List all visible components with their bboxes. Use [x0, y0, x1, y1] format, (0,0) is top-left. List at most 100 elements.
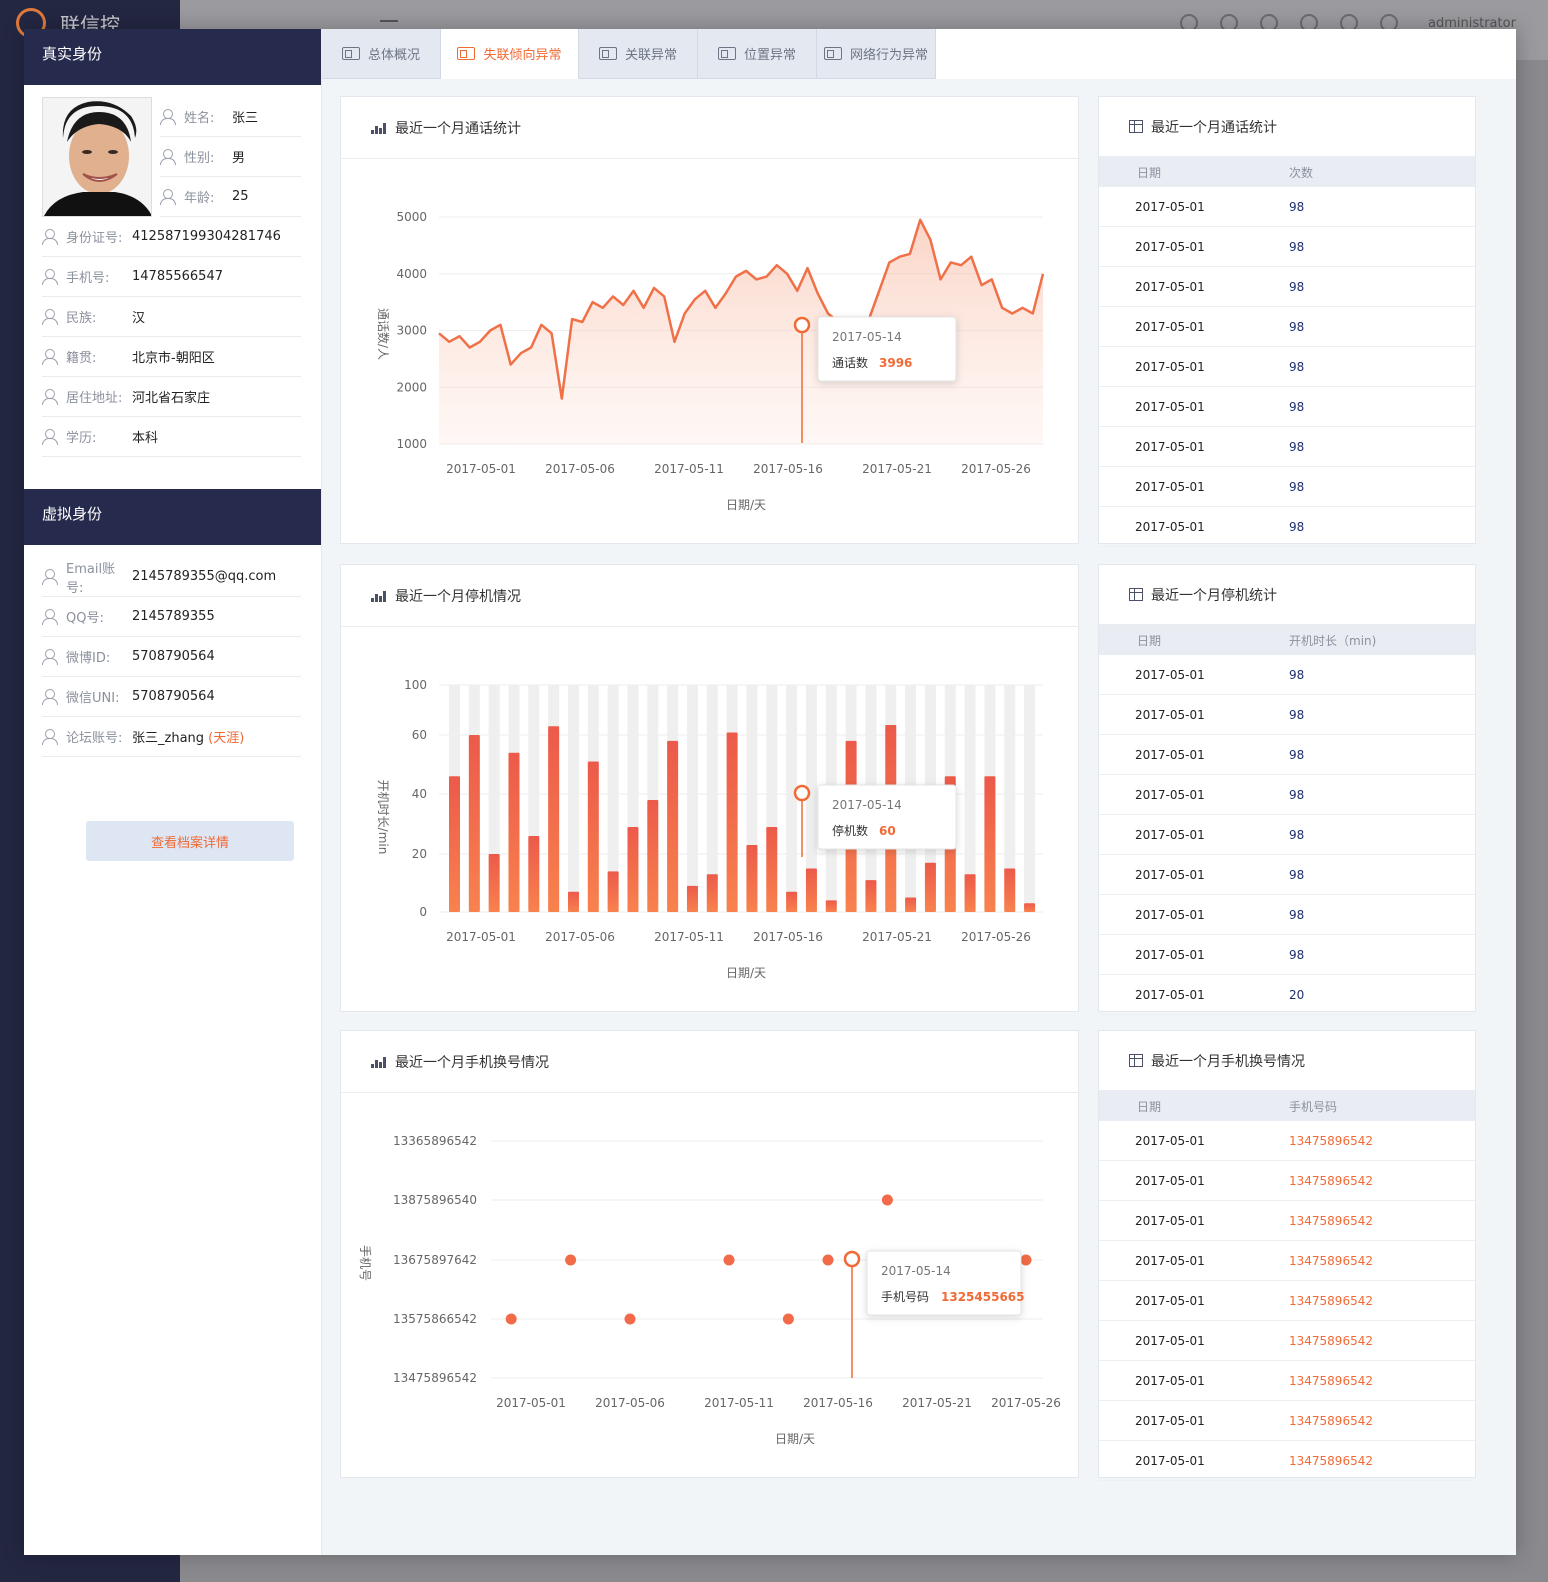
id-card-icon	[823, 47, 842, 60]
date-cell: 2017-05-01	[1135, 867, 1205, 882]
y-tick-label: 4000	[396, 267, 427, 281]
identity-panel: 真实身份 姓名: 张三 性别: 男 年龄: 25 身份证号: 412587199…	[24, 29, 322, 1555]
field-label: 学历:	[66, 431, 97, 446]
bar	[726, 732, 738, 912]
tab-4[interactable]: 网络行为异常	[817, 29, 936, 79]
field-value: 412587199304281746	[132, 229, 281, 244]
value-cell: 98	[1289, 399, 1305, 414]
table-row: 2017-05-01 98	[1099, 775, 1475, 815]
date-cell: 2017-05-01	[1135, 747, 1205, 762]
table-icon	[1129, 588, 1143, 601]
field-value: 14785566547	[132, 269, 223, 284]
y-tick-label: 13575866542	[393, 1312, 477, 1326]
y-tick-label: 13475896542	[393, 1371, 477, 1385]
tooltip-marker	[843, 1250, 861, 1268]
value-cell: 98	[1289, 479, 1305, 494]
value-cell: 20	[1289, 987, 1305, 1002]
x-tick-label: 2017-05-01	[446, 930, 516, 944]
table-row: 2017-05-01 13475896542	[1099, 1401, 1475, 1441]
tooltip-box	[817, 784, 957, 850]
calls-table-panel: 最近一个月通话统计 日期 次数 2017-05-01 98 2017-05-01 98 2…	[1098, 96, 1476, 547]
tab-label: 总体概况	[367, 48, 420, 63]
table-icon	[1129, 120, 1143, 133]
tooltip-label: 停机数	[832, 823, 868, 838]
y-tick-label: 5000	[396, 210, 427, 224]
table-row: 2017-05-01 13475896542	[1099, 1281, 1475, 1321]
x-tick-label: 2017-05-21	[902, 1396, 972, 1410]
bar-background	[686, 685, 698, 912]
x-tick-label: 2017-05-21	[862, 462, 932, 476]
phone-table-header: 日期 手机号码	[1099, 1091, 1475, 1121]
age-value: 25	[232, 189, 249, 204]
scatter-point	[723, 1254, 735, 1266]
table-row: 2017-05-01 98	[1099, 307, 1475, 347]
bar-background	[1024, 685, 1036, 912]
value-cell: 13475896542	[1289, 1453, 1373, 1468]
table-row: 2017-05-01 98	[1099, 895, 1475, 935]
date-cell: 2017-05-01	[1135, 827, 1205, 842]
date-cell: 2017-05-01	[1135, 239, 1205, 254]
bar	[984, 776, 996, 912]
y-tick-label: 100	[404, 678, 427, 692]
bar	[746, 845, 758, 912]
field-label: 居住地址:	[66, 391, 123, 406]
user-icon	[42, 649, 58, 665]
bar	[567, 891, 579, 912]
x-tick-label: 2017-05-11	[654, 930, 724, 944]
bar	[825, 900, 837, 912]
gender-value: 男	[232, 151, 246, 166]
age-row: 年龄: 25	[160, 177, 301, 217]
user-icon	[42, 309, 58, 325]
calls-table-header: 日期 次数	[1099, 157, 1475, 187]
date-cell: 2017-05-01	[1135, 1373, 1205, 1388]
tab-2[interactable]: 关联异常	[579, 29, 698, 79]
tab-3[interactable]: 位置异常	[698, 29, 817, 79]
bar	[1004, 868, 1016, 912]
value-cell: 98	[1289, 747, 1305, 762]
table-row: 2017-05-01 98	[1099, 187, 1475, 227]
shutdown-chart-panel: 最近一个月停机情况 100 60 40 20 0 2017-05-01 2017-05-06…	[340, 564, 1079, 1012]
table-row: 2017-05-01 98	[1099, 815, 1475, 855]
tooltip-label: 手机号码	[881, 1290, 929, 1304]
user-icon	[42, 609, 58, 625]
gender-row: 性别: 男	[160, 137, 301, 177]
real-identity-section: 姓名: 张三 性别: 男 年龄: 25 身份证号: 41258719930428…	[24, 85, 321, 457]
bar	[706, 874, 718, 912]
table-row: 2017-05-01 13475896542	[1099, 1361, 1475, 1401]
bar	[924, 862, 936, 912]
y-tick-label: 13675897642	[393, 1253, 477, 1267]
user-icon	[160, 189, 176, 205]
scatter-point	[822, 1254, 834, 1266]
forum-site: (天涯)	[208, 731, 245, 746]
value-cell: 13475896542	[1289, 1133, 1373, 1148]
bar	[607, 871, 619, 912]
scatter-point	[624, 1313, 636, 1325]
table-row: 2017-05-01 98	[1099, 347, 1475, 387]
x-tick-label: 2017-05-16	[753, 930, 823, 944]
chart-icon	[371, 590, 387, 602]
date-cell: 2017-05-01	[1135, 987, 1205, 1002]
value-cell: 98	[1289, 519, 1305, 534]
date-cell: 2017-05-01	[1135, 1213, 1205, 1228]
view-archive-button[interactable]: 查看档案详情	[86, 821, 294, 861]
value-cell: 98	[1289, 359, 1305, 374]
value-cell: 98	[1289, 947, 1305, 962]
tab-bar: 总体概况 失联倾向异常 关联异常 位置异常 网络行为异常	[322, 29, 1516, 79]
bar	[805, 868, 817, 912]
table-row: 2017-05-01 98	[1099, 655, 1475, 695]
tooltip-date: 2017-05-14	[832, 330, 902, 344]
y-tick-label: 1000	[396, 437, 427, 451]
user-icon	[42, 429, 58, 445]
value-cell: 13475896542	[1289, 1173, 1373, 1188]
date-cell: 2017-05-01	[1135, 439, 1205, 454]
bar	[627, 827, 639, 912]
x-tick-label: 2017-05-16	[753, 462, 823, 476]
table-row: 2017-05-01 98	[1099, 855, 1475, 895]
tab-0[interactable]: 总体概况	[322, 29, 441, 79]
value-cell: 98	[1289, 199, 1305, 214]
calls-chart-panel: 最近一个月通话统计 5000 4000 3000 2000 1000 2017-05-01…	[340, 96, 1079, 544]
table-row: 2017-05-01 98	[1099, 467, 1475, 507]
tab-1[interactable]: 失联倾向异常	[441, 29, 579, 79]
bar	[786, 891, 798, 912]
value-cell: 98	[1289, 319, 1305, 334]
